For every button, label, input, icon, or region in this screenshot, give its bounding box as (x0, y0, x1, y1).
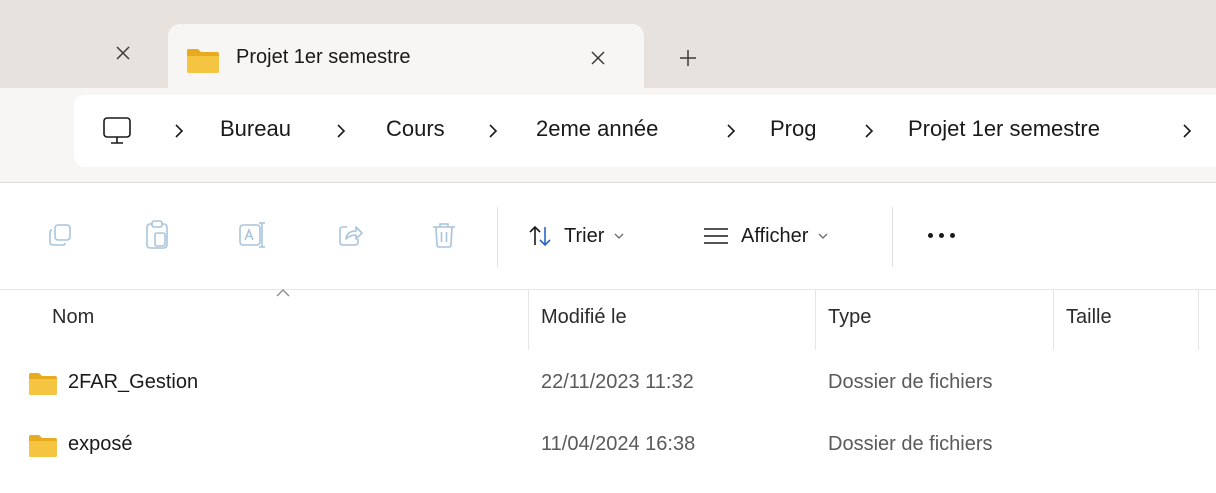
close-icon (591, 51, 605, 65)
address-bar[interactable]: Bureau Cours 2eme année Prog Projet 1er … (74, 95, 1216, 167)
chevron-down-icon (818, 233, 828, 239)
file-type: Dossier de fichiers (828, 433, 993, 455)
folder-icon (29, 373, 57, 395)
chevron-right-icon[interactable] (334, 122, 348, 140)
copy-button[interactable] (44, 219, 76, 251)
close-icon (116, 46, 130, 60)
chevron-right-icon[interactable] (1180, 122, 1194, 140)
rename-icon (239, 222, 265, 248)
file-row[interactable]: 2FAR_Gestion 22/11/2023 11:32 Dossier de… (0, 354, 1216, 414)
file-name: exposé (68, 433, 133, 455)
previous-tab-close-button[interactable] (108, 38, 138, 68)
active-tab[interactable]: Projet 1er semestre (168, 24, 644, 92)
refresh-button[interactable] (6, 116, 42, 152)
chevron-right-icon[interactable] (172, 122, 186, 140)
tab-strip: Projet 1er semestre (0, 0, 1216, 92)
view-icon (704, 228, 728, 244)
sort-icon (529, 225, 551, 247)
folder-icon (29, 435, 57, 457)
view-button[interactable]: Afficher (703, 216, 828, 256)
column-header-name[interactable]: Nom (52, 306, 94, 329)
paste-button[interactable] (141, 219, 173, 251)
breadcrumb-prog[interactable]: Prog (770, 116, 816, 142)
breadcrumb-cours[interactable]: Cours (386, 116, 445, 142)
sort-ascending-icon (276, 289, 290, 297)
file-name: 2FAR_Gestion (68, 371, 199, 393)
column-divider[interactable] (528, 290, 529, 350)
column-header-size[interactable]: Taille (1066, 306, 1112, 329)
more-options-button[interactable] (918, 219, 964, 251)
navigation-bar: Bureau Cours 2eme année Prog Projet 1er … (0, 88, 1216, 183)
command-bar: Trier Afficher (0, 183, 1216, 289)
plus-icon (680, 50, 696, 66)
column-divider[interactable] (815, 290, 816, 350)
refresh-icon (6, 116, 42, 152)
breadcrumb-2eme-annee[interactable]: 2eme année (536, 116, 658, 142)
file-row[interactable]: exposé 11/04/2024 16:38 Dossier de fichi… (0, 416, 1216, 476)
file-modified: 11/04/2024 16:38 (541, 433, 696, 455)
more-icon-dot (938, 232, 944, 238)
copy-icon (49, 224, 71, 246)
chevron-right-icon[interactable] (862, 122, 876, 140)
active-tab-title: Projet 1er semestre (236, 46, 411, 68)
column-headers: Nom Modifié le Type Taille (0, 289, 1216, 350)
more-icon-dot (949, 232, 955, 238)
rename-button[interactable] (237, 219, 269, 251)
paste-icon (146, 220, 168, 249)
breadcrumb-bureau[interactable]: Bureau (220, 116, 291, 142)
file-modified: 22/11/2023 11:32 (541, 371, 694, 393)
column-divider[interactable] (1198, 290, 1199, 350)
new-tab-button[interactable] (672, 42, 704, 74)
toolbar-separator (892, 207, 893, 267)
chevron-down-icon (614, 233, 624, 239)
column-divider[interactable] (1053, 290, 1054, 350)
chevron-right-icon[interactable] (486, 122, 500, 140)
column-header-type[interactable]: Type (828, 306, 871, 329)
toolbar-separator (497, 207, 498, 267)
chevron-right-icon[interactable] (724, 122, 738, 140)
delete-button[interactable] (428, 219, 460, 251)
sort-button[interactable]: Trier (528, 216, 624, 256)
folder-icon (187, 49, 219, 73)
active-tab-close-button[interactable] (582, 42, 614, 74)
share-button[interactable] (334, 219, 366, 251)
file-type: Dossier de fichiers (828, 371, 993, 393)
sort-label: Trier (564, 224, 605, 247)
view-label: Afficher (741, 224, 809, 247)
more-icon-dot (927, 232, 933, 238)
breadcrumb-projet-1er-semestre[interactable]: Projet 1er semestre (908, 116, 1100, 142)
delete-icon (433, 223, 455, 248)
column-header-modified[interactable]: Modifié le (541, 306, 627, 329)
this-pc-icon[interactable] (102, 116, 132, 146)
share-icon (339, 226, 363, 246)
